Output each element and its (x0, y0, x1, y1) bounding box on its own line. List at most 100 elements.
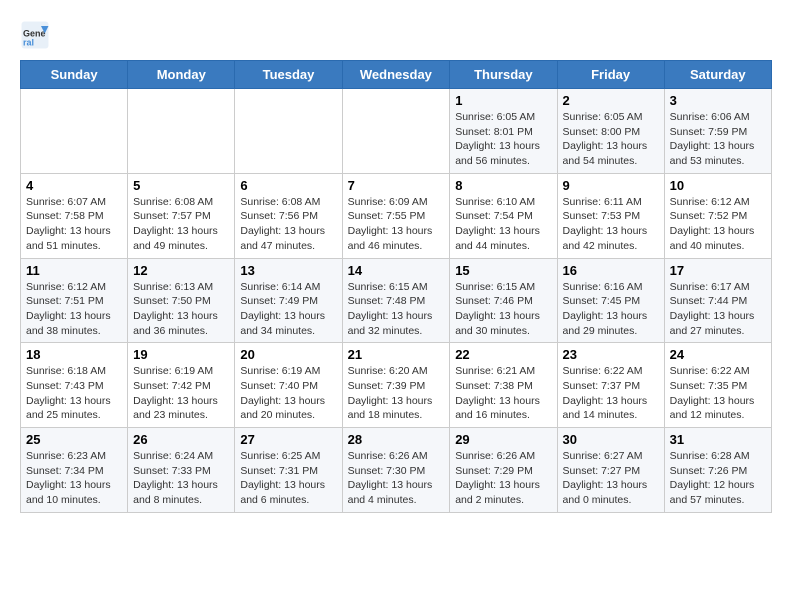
day-info: Sunrise: 6:22 AM Sunset: 7:37 PM Dayligh… (563, 364, 659, 423)
day-info: Sunrise: 6:26 AM Sunset: 7:30 PM Dayligh… (348, 449, 445, 508)
calendar-cell: 13Sunrise: 6:14 AM Sunset: 7:49 PM Dayli… (235, 258, 342, 343)
day-number: 5 (133, 178, 229, 193)
day-info: Sunrise: 6:08 AM Sunset: 7:56 PM Dayligh… (240, 195, 336, 254)
day-header-tuesday: Tuesday (235, 61, 342, 89)
day-number: 29 (455, 432, 551, 447)
day-number: 12 (133, 263, 229, 278)
day-header-saturday: Saturday (664, 61, 771, 89)
day-number: 4 (26, 178, 122, 193)
calendar-cell (235, 89, 342, 174)
calendar-cell: 26 Sunrise: 6:24 AM Sunset: 7:33 PM Dayli… (128, 428, 235, 513)
day-info: Sunrise: 6:22 AM Sunset: 7:35 PM Dayligh… (670, 364, 766, 423)
day-number: 7 (348, 178, 445, 193)
day-number: 27 (240, 432, 336, 447)
calendar-cell: 9 Sunrise: 6:11 AM Sunset: 7:53 PM Daylig… (557, 173, 664, 258)
calendar-cell: 24 Sunrise: 6:22 AM Sunset: 7:35 PM Dayli… (664, 343, 771, 428)
calendar-cell: 30 Sunrise: 6:27 AM Sunset: 7:27 PM Dayli… (557, 428, 664, 513)
day-info: Sunrise: 6:05 AM Sunset: 8:01 PM Dayligh… (455, 110, 551, 169)
day-number: 11 (26, 263, 122, 278)
day-info: Sunrise: 6:09 AM Sunset: 7:55 PM Dayligh… (348, 195, 445, 254)
calendar-cell: 8Sunrise: 6:10 AM Sunset: 7:54 PM Daylig… (450, 173, 557, 258)
week-row-4: 18Sunrise: 6:18 AM Sunset: 7:43 PM Dayli… (21, 343, 772, 428)
day-number: 14 (348, 263, 445, 278)
day-info: Sunrise: 6:10 AM Sunset: 7:54 PM Dayligh… (455, 195, 551, 254)
logo-icon: Gene ral (20, 20, 50, 50)
week-row-2: 4 Sunrise: 6:07 AM Sunset: 7:58 PM Daylig… (21, 173, 772, 258)
day-info: Sunrise: 6:14 AM Sunset: 7:49 PM Dayligh… (240, 280, 336, 339)
day-number: 26 (133, 432, 229, 447)
day-number: 10 (670, 178, 766, 193)
day-info: Sunrise: 6:26 AM Sunset: 7:29 PM Dayligh… (455, 449, 551, 508)
calendar-cell: 10 Sunrise: 6:12 AM Sunset: 7:52 PM Dayli… (664, 173, 771, 258)
days-header-row: SundayMondayTuesdayWednesdayThursdayFrid… (21, 61, 772, 89)
day-info: Sunrise: 6:19 AM Sunset: 7:40 PM Dayligh… (240, 364, 336, 423)
calendar-cell: 16 Sunrise: 6:16 AM Sunset: 7:45 PM Dayli… (557, 258, 664, 343)
day-number: 28 (348, 432, 445, 447)
day-info: Sunrise: 6:08 AM Sunset: 7:57 PM Dayligh… (133, 195, 229, 254)
calendar-cell: 31Sunrise: 6:28 AM Sunset: 7:26 PM Dayli… (664, 428, 771, 513)
page-header: Gene ral (20, 20, 772, 50)
calendar-cell: 7 Sunrise: 6:09 AM Sunset: 7:55 PM Daylig… (342, 173, 450, 258)
day-header-friday: Friday (557, 61, 664, 89)
calendar-cell: 17 Sunrise: 6:17 AM Sunset: 7:44 PM Dayli… (664, 258, 771, 343)
calendar-cell: 2 Sunrise: 6:05 AM Sunset: 8:00 PM Daylig… (557, 89, 664, 174)
day-info: Sunrise: 6:05 AM Sunset: 8:00 PM Dayligh… (563, 110, 659, 169)
day-info: Sunrise: 6:12 AM Sunset: 7:51 PM Dayligh… (26, 280, 122, 339)
day-number: 21 (348, 347, 445, 362)
calendar-cell: 19Sunrise: 6:19 AM Sunset: 7:42 PM Dayli… (128, 343, 235, 428)
day-info: Sunrise: 6:27 AM Sunset: 7:27 PM Dayligh… (563, 449, 659, 508)
day-number: 19 (133, 347, 229, 362)
day-info: Sunrise: 6:25 AM Sunset: 7:31 PM Dayligh… (240, 449, 336, 508)
calendar-cell: 4 Sunrise: 6:07 AM Sunset: 7:58 PM Daylig… (21, 173, 128, 258)
week-row-1: 1 Sunrise: 6:05 AM Sunset: 8:01 PM Daylig… (21, 89, 772, 174)
calendar-cell: 5 Sunrise: 6:08 AM Sunset: 7:57 PM Daylig… (128, 173, 235, 258)
week-row-5: 25 Sunrise: 6:23 AM Sunset: 7:34 PM Dayli… (21, 428, 772, 513)
day-info: Sunrise: 6:20 AM Sunset: 7:39 PM Dayligh… (348, 364, 445, 423)
day-info: Sunrise: 6:15 AM Sunset: 7:46 PM Dayligh… (455, 280, 551, 339)
calendar-cell: 27 Sunrise: 6:25 AM Sunset: 7:31 PM Dayli… (235, 428, 342, 513)
calendar-cell: 15Sunrise: 6:15 AM Sunset: 7:46 PM Dayli… (450, 258, 557, 343)
day-info: Sunrise: 6:16 AM Sunset: 7:45 PM Dayligh… (563, 280, 659, 339)
day-info: Sunrise: 6:24 AM Sunset: 7:33 PM Dayligh… (133, 449, 229, 508)
day-info: Sunrise: 6:06 AM Sunset: 7:59 PM Dayligh… (670, 110, 766, 169)
day-info: Sunrise: 6:17 AM Sunset: 7:44 PM Dayligh… (670, 280, 766, 339)
logo: Gene ral (20, 20, 52, 50)
day-number: 17 (670, 263, 766, 278)
day-number: 22 (455, 347, 551, 362)
calendar-cell: 20Sunrise: 6:19 AM Sunset: 7:40 PM Dayli… (235, 343, 342, 428)
day-number: 31 (670, 432, 766, 447)
day-header-wednesday: Wednesday (342, 61, 450, 89)
calendar-cell (21, 89, 128, 174)
calendar-cell: 23Sunrise: 6:22 AM Sunset: 7:37 PM Dayli… (557, 343, 664, 428)
calendar-cell: 11 Sunrise: 6:12 AM Sunset: 7:51 PM Dayli… (21, 258, 128, 343)
day-header-monday: Monday (128, 61, 235, 89)
day-info: Sunrise: 6:13 AM Sunset: 7:50 PM Dayligh… (133, 280, 229, 339)
calendar-cell: 6Sunrise: 6:08 AM Sunset: 7:56 PM Daylig… (235, 173, 342, 258)
calendar-table: SundayMondayTuesdayWednesdayThursdayFrid… (20, 60, 772, 513)
day-number: 30 (563, 432, 659, 447)
week-row-3: 11 Sunrise: 6:12 AM Sunset: 7:51 PM Dayli… (21, 258, 772, 343)
day-header-thursday: Thursday (450, 61, 557, 89)
day-number: 24 (670, 347, 766, 362)
calendar-cell: 25 Sunrise: 6:23 AM Sunset: 7:34 PM Dayli… (21, 428, 128, 513)
day-info: Sunrise: 6:07 AM Sunset: 7:58 PM Dayligh… (26, 195, 122, 254)
day-number: 2 (563, 93, 659, 108)
calendar-cell: 3 Sunrise: 6:06 AM Sunset: 7:59 PM Daylig… (664, 89, 771, 174)
day-info: Sunrise: 6:21 AM Sunset: 7:38 PM Dayligh… (455, 364, 551, 423)
day-info: Sunrise: 6:23 AM Sunset: 7:34 PM Dayligh… (26, 449, 122, 508)
calendar-cell: 18Sunrise: 6:18 AM Sunset: 7:43 PM Dayli… (21, 343, 128, 428)
day-number: 9 (563, 178, 659, 193)
day-number: 18 (26, 347, 122, 362)
day-header-sunday: Sunday (21, 61, 128, 89)
day-info: Sunrise: 6:11 AM Sunset: 7:53 PM Dayligh… (563, 195, 659, 254)
calendar-cell: 12 Sunrise: 6:13 AM Sunset: 7:50 PM Dayli… (128, 258, 235, 343)
day-info: Sunrise: 6:12 AM Sunset: 7:52 PM Dayligh… (670, 195, 766, 254)
calendar-cell: 1 Sunrise: 6:05 AM Sunset: 8:01 PM Daylig… (450, 89, 557, 174)
calendar-header: SundayMondayTuesdayWednesdayThursdayFrid… (21, 61, 772, 89)
day-number: 1 (455, 93, 551, 108)
calendar-cell: 14Sunrise: 6:15 AM Sunset: 7:48 PM Dayli… (342, 258, 450, 343)
day-number: 16 (563, 263, 659, 278)
day-number: 25 (26, 432, 122, 447)
day-number: 3 (670, 93, 766, 108)
svg-text:ral: ral (23, 38, 34, 48)
